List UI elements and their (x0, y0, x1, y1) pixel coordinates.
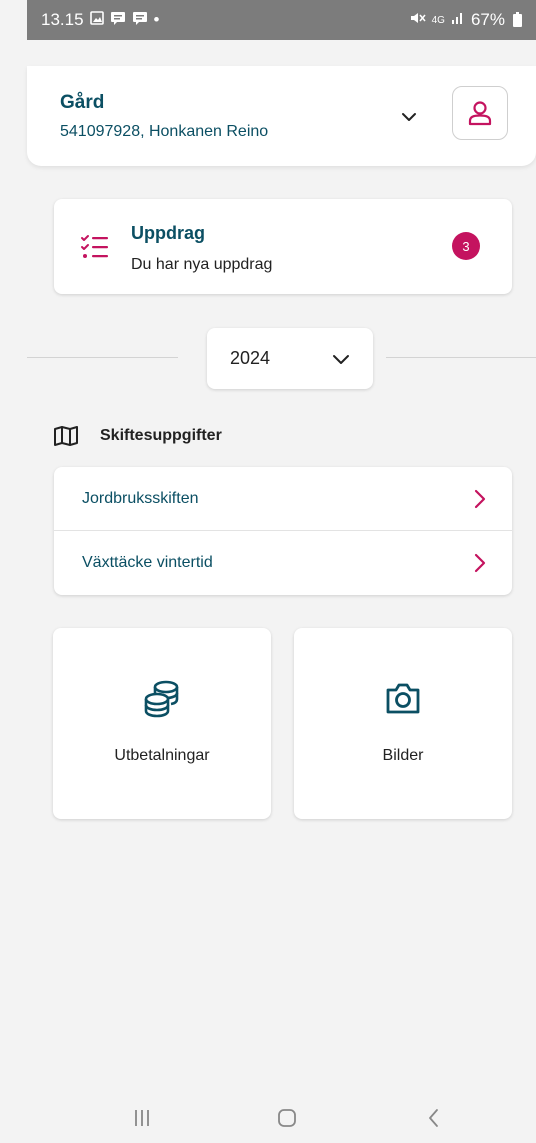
farm-header[interactable]: Gård 541097928, Honkanen Reino (27, 66, 536, 166)
message-notification-icon (110, 11, 126, 29)
parcels-list: Jordbruksskiften Växttäcke vintertid (54, 467, 512, 595)
coins-icon (144, 680, 179, 718)
chevron-right-icon (474, 553, 486, 573)
farm-subtitle: 541097928, Honkanen Reino (60, 123, 269, 140)
checklist-icon (81, 235, 108, 258)
recent-apps-icon[interactable] (127, 1103, 157, 1133)
section-title: Skiftesuppgifter (100, 427, 222, 444)
status-bar: 13.15 • 4G 67% (27, 0, 536, 40)
signal-icon (451, 10, 465, 30)
chevron-right-icon (474, 489, 486, 509)
list-item-jordbruksskiften[interactable]: Jordbruksskiften (54, 467, 512, 531)
chevron-down-icon (333, 355, 349, 364)
photos-tile[interactable]: Bilder (294, 628, 512, 819)
divider-right (386, 357, 536, 358)
assignments-title: Uppdrag (131, 223, 205, 243)
assignments-card[interactable]: Uppdrag Du har nya uppdrag 3 (54, 199, 512, 294)
assignments-subtitle: Du har nya uppdrag (131, 256, 273, 273)
back-icon[interactable] (419, 1103, 449, 1133)
list-item-vaxttacke-vintertid[interactable]: Växttäcke vintertid (54, 531, 512, 595)
image-notification-icon (89, 11, 104, 29)
list-item-label: Växttäcke vintertid (82, 554, 213, 571)
network-label: 4G (431, 14, 445, 26)
status-time: 13.15 (41, 10, 84, 29)
profile-button[interactable] (452, 86, 508, 140)
year-select[interactable]: 2024 (207, 328, 373, 389)
notification-badge: 3 (452, 232, 480, 260)
dot-icon: • (153, 10, 160, 29)
mute-icon (410, 10, 426, 30)
chevron-down-icon[interactable] (398, 106, 420, 128)
system-nav-bar (27, 1095, 536, 1143)
message-notification-icon (132, 11, 148, 29)
divider-left (27, 357, 178, 358)
user-icon (468, 101, 492, 126)
battery-icon (513, 11, 522, 27)
battery-percent: 67% (470, 10, 505, 29)
home-icon[interactable] (272, 1103, 302, 1133)
map-icon (54, 426, 78, 446)
payments-tile[interactable]: Utbetalningar (53, 628, 271, 819)
payments-label: Utbetalningar (114, 747, 210, 764)
year-value: 2024 (230, 348, 271, 368)
photos-label: Bilder (382, 747, 424, 764)
camera-icon (386, 683, 420, 714)
list-item-label: Jordbruksskiften (82, 489, 199, 507)
farm-title: Gård (60, 92, 105, 113)
